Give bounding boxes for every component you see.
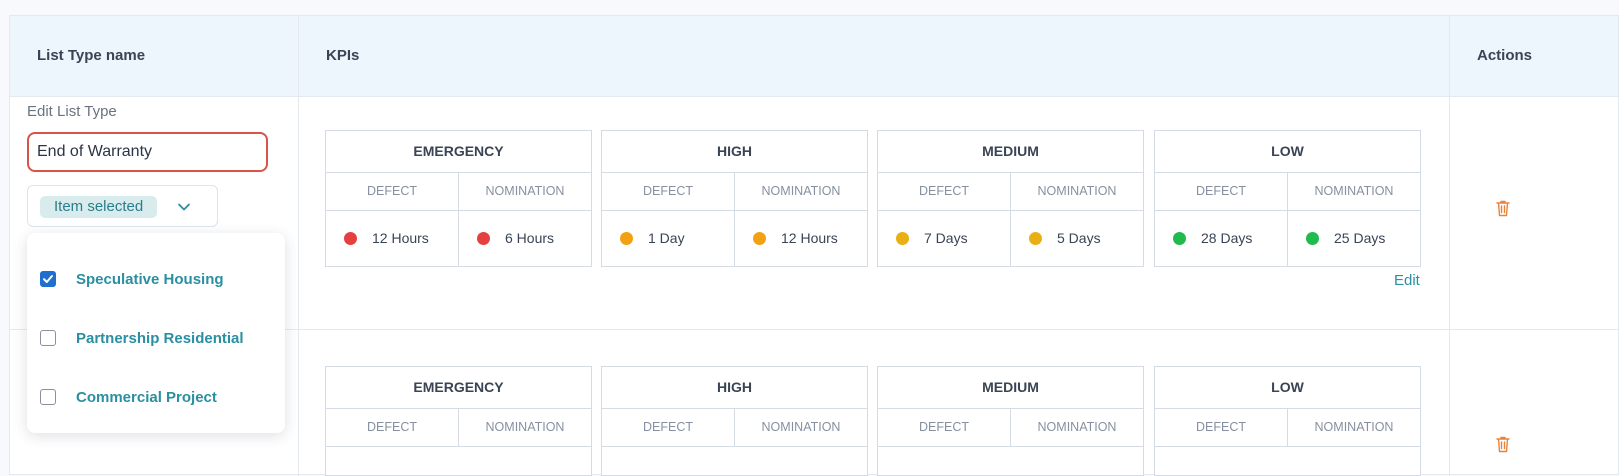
trash-icon[interactable] [1495, 435, 1511, 453]
defect-label: DEFECT [602, 409, 735, 446]
defect-label: DEFECT [1155, 173, 1288, 210]
kpi-title: LOW [1155, 131, 1420, 173]
nomination-value: 5 Days [1057, 230, 1101, 246]
nomination-label: NOMINATION [1314, 184, 1394, 198]
kpi-title: MEDIUM [878, 367, 1143, 409]
defect-label: DEFECT [878, 173, 1011, 210]
nomination-label: NOMINATION [1037, 420, 1117, 434]
nomination-label: NOMINATION [1037, 184, 1117, 198]
kpi-card-low: LOW DEFECT NOMINATION 28 Days 25 Days [1154, 130, 1421, 267]
status-dot [1173, 232, 1186, 245]
kpi-card-emergency: EMERGENCY DEFECT NOMINATION 12 Hours 6 Ho… [325, 130, 592, 267]
header-actions: Actions [1477, 47, 1533, 64]
defect-value: 7 Days [924, 230, 968, 246]
kpi-card-low: LOW DEFECT NOMINATION [1154, 366, 1421, 476]
list-type-name-input[interactable] [27, 132, 268, 172]
kpi-card-medium: MEDIUM DEFECT NOMINATION [877, 366, 1144, 476]
defect-label: DEFECT [1155, 409, 1288, 446]
kpi-title: MEDIUM [878, 131, 1143, 173]
kpi-title: LOW [1155, 367, 1420, 409]
table-header: List Type name KPIs Actions [10, 16, 1618, 97]
nomination-label: NOMINATION [761, 420, 841, 434]
nomination-label: NOMINATION [761, 184, 841, 198]
kpi-title: EMERGENCY [326, 131, 591, 173]
edit-list-type-label: Edit List Type [27, 103, 117, 120]
nomination-label: NOMINATION [485, 420, 565, 434]
status-dot [477, 232, 490, 245]
kpi-group-multiselect[interactable]: Item selected [27, 185, 218, 227]
nomination-label: NOMINATION [485, 184, 565, 198]
status-dot [344, 232, 357, 245]
nomination-value: 6 Hours [505, 230, 555, 246]
status-dot [1306, 232, 1319, 245]
defect-value: 28 Days [1201, 230, 1253, 246]
checkbox[interactable] [40, 389, 56, 405]
defect-label: DEFECT [326, 409, 459, 446]
multiselect-dropdown: Speculative Housing Partnership Resident… [27, 233, 285, 433]
status-dot [1029, 232, 1042, 245]
status-dot [896, 232, 909, 245]
checkbox[interactable] [40, 330, 56, 346]
header-kpis: KPIs [326, 47, 360, 64]
header-list-type-name: List Type name [37, 47, 146, 64]
nomination-value: 12 Hours [781, 230, 838, 246]
nomination-label: NOMINATION [1314, 420, 1394, 434]
kpi-title: EMERGENCY [326, 367, 591, 409]
column-divider [1449, 16, 1450, 476]
defect-value: 12 Hours [372, 230, 429, 246]
nomination-value: 25 Days [1334, 230, 1386, 246]
defect-label: DEFECT [878, 409, 1011, 446]
kpi-card-high: HIGH DEFECT NOMINATION 1 Day 12 Hours [601, 130, 868, 267]
kpi-card-emergency: EMERGENCY DEFECT NOMINATION [325, 366, 592, 476]
defect-label: DEFECT [602, 173, 735, 210]
status-dot [753, 232, 766, 245]
check-icon [43, 275, 53, 283]
checkbox-checked[interactable] [40, 271, 56, 287]
kpi-title: HIGH [602, 367, 867, 409]
kpi-title: HIGH [602, 131, 867, 173]
selected-count-chip: Item selected [40, 196, 158, 218]
option-label: Partnership Residential [76, 330, 244, 347]
kpi-card-high: HIGH DEFECT NOMINATION [601, 366, 868, 476]
trash-icon[interactable] [1495, 199, 1511, 217]
column-divider [298, 16, 299, 476]
option-label: Speculative Housing [76, 271, 224, 288]
chevron-down-icon[interactable] [176, 199, 192, 215]
kpi-card-medium: MEDIUM DEFECT NOMINATION 7 Days 5 Days [877, 130, 1144, 267]
defect-value: 1 Day [648, 230, 685, 246]
option-label: Commercial Project [76, 389, 217, 406]
defect-label: DEFECT [326, 173, 459, 210]
edit-kpis-link[interactable]: Edit [1394, 272, 1420, 289]
status-dot [620, 232, 633, 245]
